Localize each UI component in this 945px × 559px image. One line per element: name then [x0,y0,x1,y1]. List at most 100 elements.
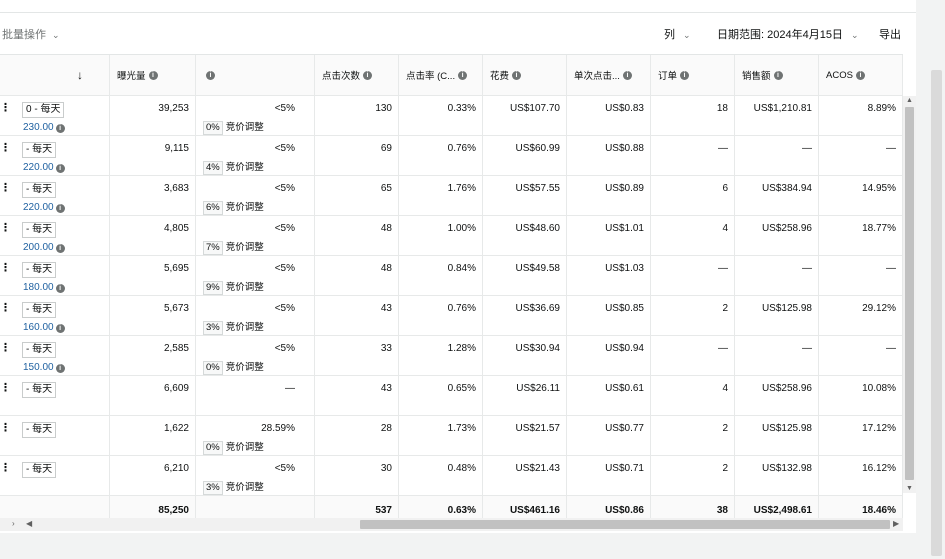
info-icon[interactable]: i [55,364,65,373]
impressions-cell: 6,210 [110,456,196,495]
more-vertical-icon[interactable]: ⋮ [0,223,11,234]
budget-value-link[interactable]: 200.00 i [23,242,65,253]
budget-type-select[interactable]: - 每天 [22,222,57,238]
bid-adjustment[interactable]: 0% 竞价调整 [203,439,264,455]
bid-adjustment[interactable]: 4% 竞价调整 [203,159,264,175]
columns-dropdown[interactable]: 列 ⌄ [664,26,691,42]
info-icon[interactable]: i [206,70,215,80]
cpc-cell: US$0.89 [567,176,651,215]
budget-type-select[interactable]: - 每天 [22,302,57,318]
budget-value-link[interactable]: 230.00 i [23,122,65,133]
budget-value-link[interactable]: 180.00 i [23,282,65,293]
column-header-cpc[interactable]: 单次点击... i [567,55,651,95]
info-icon[interactable]: i [855,70,865,80]
more-vertical-icon[interactable]: ⋮ [0,303,11,314]
bid-adjustment[interactable]: 9% 竞价调整 [203,279,264,295]
bid-adjustment-label: 竞价调整 [225,162,264,173]
total-tos [196,496,315,519]
bid-adjustment-percent[interactable]: 9% [203,281,223,295]
budget-type-select[interactable]: - 每天 [22,422,57,438]
export-button[interactable]: 导出 [879,26,901,42]
bid-adjustment-percent[interactable]: 0% [203,441,223,455]
vertical-scroll-thumb[interactable] [905,107,914,480]
more-vertical-icon[interactable]: ⋮ [0,263,11,274]
sort-down-arrow-icon[interactable]: ↓ [77,68,83,82]
page-scrollbar[interactable] [931,70,942,556]
vertical-scrollbar[interactable]: ▲ ▼ [903,96,916,493]
column-header-label: 点击次数 [322,71,361,82]
more-vertical-icon[interactable]: ⋮ [0,463,11,474]
budget-type-select[interactable]: 0 - 每天 [22,102,65,118]
info-icon[interactable]: i [55,204,65,213]
info-icon[interactable]: i [512,70,522,80]
bulk-actions-dropdown[interactable]: 批量操作 ⌄ [2,26,60,42]
column-header-sales[interactable]: 销售额 i [735,55,819,95]
scroll-down-icon[interactable]: ▼ [906,485,913,492]
bid-adjustment[interactable]: 3% 竞价调整 [203,319,264,335]
info-icon[interactable]: i [55,324,65,333]
info-icon[interactable]: i [55,284,65,293]
bid-adjustment[interactable]: 0% 竞价调整 [203,119,264,135]
budget-type-select[interactable]: - 每天 [22,142,57,158]
bid-adjustment-percent[interactable]: 6% [203,201,223,215]
column-header-orders[interactable]: 订单 i [651,55,735,95]
acos-cell: 14.95% [819,176,903,215]
scroll-up-icon[interactable]: ▲ [906,97,913,104]
more-vertical-icon[interactable]: ⋮ [0,183,11,194]
budget-value: 220.00 [23,162,54,173]
column-header-impressions[interactable]: 曝光量 i [110,55,196,95]
horizontal-scrollbar[interactable]: › ◀ ▶ [0,518,903,531]
more-vertical-icon[interactable]: ⋮ [0,103,11,114]
budget-value-link[interactable]: 160.00 i [23,322,65,333]
date-range-dropdown[interactable]: 日期范围: 2024年4月15日 ⌄ [717,26,858,42]
bid-adjustment[interactable]: 7% 竞价调整 [203,239,264,255]
info-icon[interactable]: i [680,70,690,80]
column-header-label: 花费 [490,71,510,82]
budget-cell: ⋮ - 每天 [0,456,110,495]
table-row: ⋮ - 每天 180.00 i 5,695 <5% 9% 竞价调整 48 0.84% US$49.5… [0,256,903,296]
bid-adjustment-percent[interactable]: 0% [203,121,223,135]
info-icon[interactable]: i [55,244,65,253]
column-header-clicks[interactable]: 点击次数 i [315,55,399,95]
info-icon[interactable]: i [773,70,783,80]
bid-adjustment-percent[interactable]: 3% [203,321,223,335]
bid-adjustment-percent[interactable]: 4% [203,161,223,175]
info-icon[interactable]: i [148,70,158,80]
column-header-ctr[interactable]: 点击率 (C... i [399,55,483,95]
budget-value-link[interactable]: 150.00 i [23,362,65,373]
more-vertical-icon[interactable]: ⋮ [0,143,11,154]
info-icon[interactable]: i [458,70,468,80]
budget-value-link[interactable]: 220.00 i [23,162,65,173]
budget-type-select[interactable]: - 每天 [22,342,57,358]
bid-adjustment-label: 竞价调整 [225,122,264,133]
bid-adjustment-percent[interactable]: 7% [203,241,223,255]
budget-type-select[interactable]: - 每天 [22,462,57,478]
bid-adjustment[interactable]: 3% 竞价调整 [203,479,264,495]
table-row: ⋮ - 每天 1,622 28.59% 0% 竞价调整 28 1.73% US$21.57 US$… [0,416,903,456]
more-vertical-icon[interactable]: ⋮ [0,423,11,434]
table-row: ⋮ - 每天 6,210 <5% 3% 竞价调整 30 0.48% US$21.43 US$0.7… [0,456,903,496]
bid-adjustment-percent[interactable]: 0% [203,361,223,375]
info-icon[interactable]: i [622,70,632,80]
info-icon[interactable]: i [363,70,373,80]
bid-adjustment[interactable]: 6% 竞价调整 [203,199,264,215]
info-icon[interactable]: i [55,164,65,173]
scroll-left-icon[interactable]: ◀ [26,519,32,528]
column-header-tos[interactable]: i [196,55,315,95]
bid-adjustment[interactable]: 0% 竞价调整 [203,359,264,375]
top-divider [0,12,916,13]
budget-value-link[interactable]: 220.00 i [23,202,65,213]
column-header-spend[interactable]: 花费 i [483,55,567,95]
horizontal-scroll-thumb[interactable] [360,520,890,529]
budget-type-select[interactable]: - 每天 [22,382,57,398]
budget-type-select[interactable]: - 每天 [22,182,57,198]
info-icon[interactable]: i [55,124,65,133]
column-header-acos[interactable]: ACOS i [819,55,903,95]
bid-adjustment-percent[interactable]: 3% [203,481,223,495]
scroll-right-icon[interactable]: ▶ [893,519,899,528]
ctr-cell: 1.00% [399,216,483,255]
more-vertical-icon[interactable]: ⋮ [0,383,11,394]
more-vertical-icon[interactable]: ⋮ [0,343,11,354]
column-header-budget[interactable]: ↓ [0,55,110,95]
budget-type-select[interactable]: - 每天 [22,262,57,278]
